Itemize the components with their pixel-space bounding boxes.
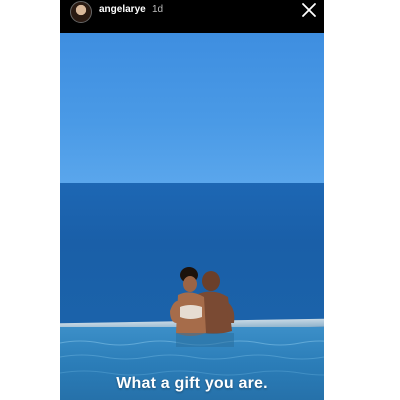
timestamp-label: 1d (152, 4, 164, 15)
sky-area (60, 33, 324, 183)
story-photo: What a gift you are. (60, 33, 324, 400)
story-viewer[interactable]: angelarye 1d What a gift you are. (60, 0, 324, 400)
username-label[interactable]: angelarye (99, 4, 146, 16)
story-caption: What a gift you are. (116, 375, 268, 392)
close-icon (302, 3, 316, 17)
couple-figure (170, 267, 235, 347)
profile-avatar[interactable] (70, 1, 92, 23)
close-button[interactable] (300, 1, 318, 19)
story-header: angelarye 1d (60, 0, 324, 33)
